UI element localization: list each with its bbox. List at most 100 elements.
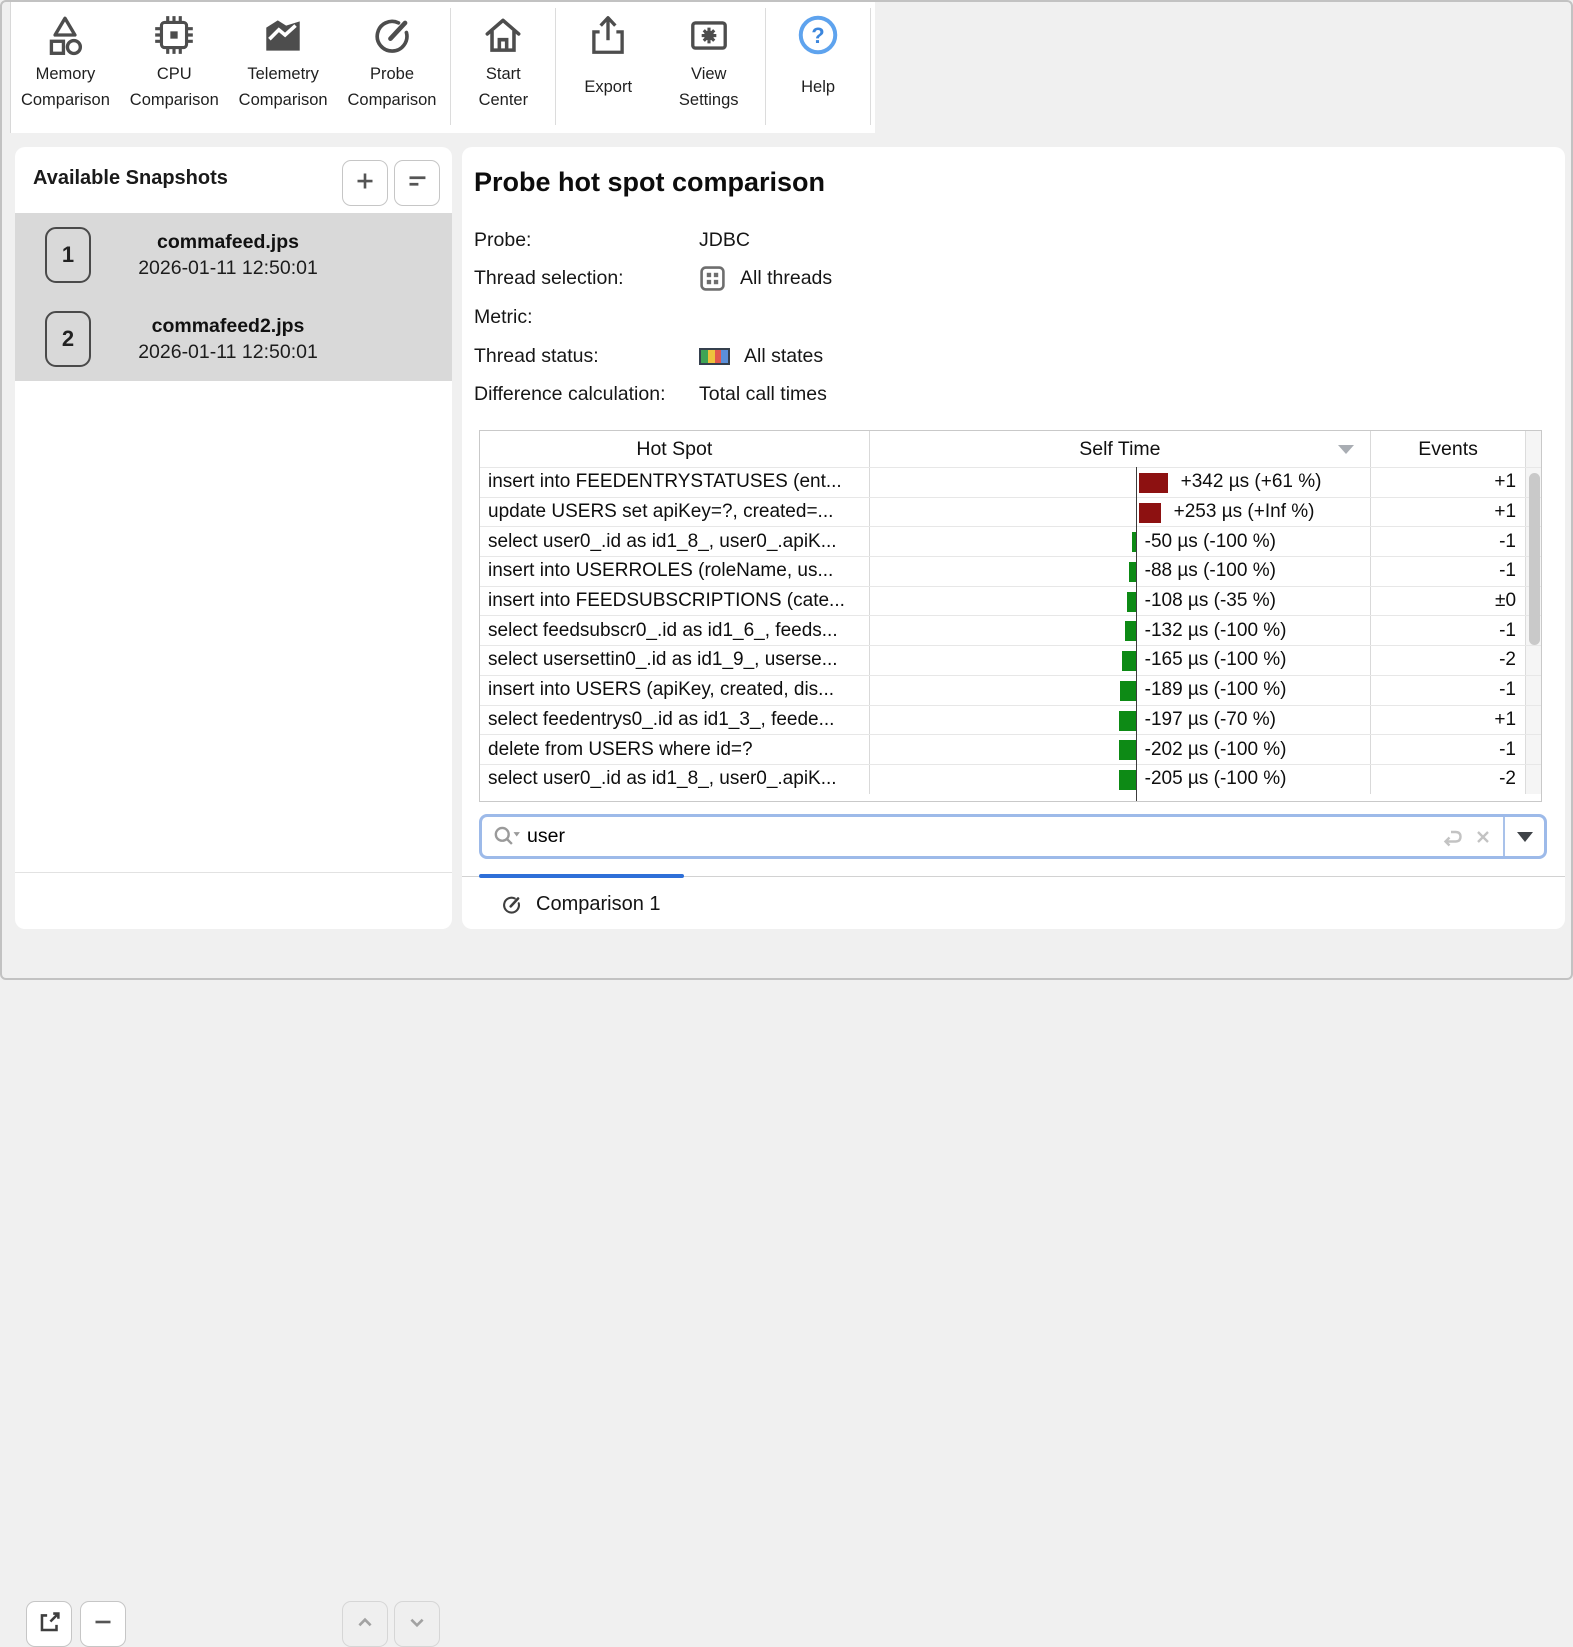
table-scrollbar-track[interactable]: [1525, 705, 1541, 735]
toolbar-export-button[interactable]: Export: [560, 2, 656, 133]
hotspot-cell: insert into USERROLES (roleName, us...: [480, 557, 869, 586]
table-scrollbar-thumb[interactable]: [1529, 473, 1540, 645]
plus-icon: [350, 166, 380, 201]
events-text: -2: [1499, 768, 1517, 790]
snapshot-date: 2026-01-11 12:50:01: [138, 340, 318, 363]
toolbar-label: Memory Comparison: [20, 65, 110, 109]
move-up-button[interactable]: [342, 1601, 388, 1647]
toolbar-probe-comparison-button[interactable]: Probe Comparison: [338, 2, 447, 133]
probe-comparison-icon: [369, 12, 415, 58]
table-row[interactable]: select user0_.id as id1_8_, user0_.apiK.…: [480, 763, 1541, 794]
events-text: +1: [1494, 708, 1517, 730]
events-cell: +1: [1370, 468, 1525, 497]
open-snapshot-button[interactable]: [26, 1601, 72, 1647]
selftime-cell: -189 µs (-100 %): [868, 675, 1371, 705]
detail-value-text: All threads: [740, 267, 833, 290]
selftime-text: -88 µs (-100 %): [1144, 560, 1276, 582]
tab-label: Comparison 1: [536, 892, 661, 915]
toolbar-label: CPU Comparison: [129, 65, 219, 109]
start-center-icon: [480, 12, 526, 58]
selftime-cell: -202 µs (-100 %): [868, 735, 1371, 764]
events-text: -1: [1499, 738, 1517, 760]
table-row[interactable]: select user0_.id as id1_8_, user0_.apiK.…: [480, 526, 1541, 557]
selftime-text: -50 µs (-100 %): [1144, 530, 1276, 552]
detail-value: [699, 298, 832, 337]
selftime-cell: -205 µs (-100 %): [868, 764, 1371, 794]
selftime-text: +342 µs (+61 %): [1180, 471, 1322, 493]
table-row[interactable]: select usersettin0_.id as id1_9_, userse…: [480, 645, 1541, 675]
detail-label: Difference calculation:: [474, 383, 666, 406]
toolbar-label: Probe Comparison: [347, 65, 437, 109]
column-header-events[interactable]: Events: [1370, 431, 1525, 467]
snapshot-list: 1 commafeed.jps 2026-01-11 12:50:01 2 commaf…: [15, 213, 452, 872]
table-row[interactable]: insert into USERROLES (roleName, us... -8…: [480, 556, 1541, 586]
search-options-dropdown[interactable]: [1503, 817, 1544, 856]
open-window-icon: [34, 1607, 64, 1642]
negative-diff-bar: [1126, 591, 1136, 612]
toolbar-cpu-comparison-button[interactable]: CPU Comparison: [120, 2, 229, 133]
snapshot-date: 2026-01-11 12:50:01: [138, 256, 318, 279]
detail-label: Thread selection:: [474, 267, 624, 290]
snapshot-item[interactable]: 1 commafeed.jps 2026-01-11 12:50:01: [15, 213, 452, 297]
hotspot-text: insert into USERROLES (roleName, us...: [488, 560, 834, 582]
remove-snapshot-button[interactable]: [80, 1601, 126, 1647]
table-row[interactable]: select feedsubscr0_.id as id1_6_, feeds.…: [480, 615, 1541, 646]
table-row[interactable]: select feedentrys0_.id as id1_3_, feede.…: [480, 704, 1541, 735]
table-scrollbar-track[interactable]: [1525, 735, 1541, 764]
table-row[interactable]: delete from USERS where id=? -202 µs (-10…: [480, 734, 1541, 764]
events-text: -1: [1499, 530, 1517, 552]
table-scrollbar-track[interactable]: [1525, 646, 1541, 675]
wrap-search-icon[interactable]: [1437, 823, 1465, 851]
hotspot-cell: insert into USERS (apiKey, created, dis.…: [480, 676, 869, 705]
snapshot-item[interactable]: 2 commafeed2.jps 2026-01-11 12:50:01: [15, 297, 452, 381]
negative-diff-bar: [1118, 710, 1136, 731]
hotspot-cell: select usersettin0_.id as id1_9_, userse…: [480, 646, 869, 675]
detail-value: JDBC: [699, 221, 832, 260]
events-cell: -1: [1370, 557, 1525, 586]
events-cell: ±0: [1370, 586, 1525, 616]
page-title: Probe hot spot comparison: [474, 167, 826, 197]
search-icon[interactable]: [491, 823, 521, 851]
sort-snapshots-button[interactable]: [394, 160, 440, 206]
toolbar-telemetry-comparison-button[interactable]: Telemetry Comparison: [229, 2, 338, 133]
selftime-cell: +342 µs (+61 %): [868, 468, 1371, 497]
hotspot-text: select feedentrys0_.id as id1_3_, feede.…: [488, 708, 835, 730]
search-input[interactable]: [527, 825, 1437, 848]
hotspot-text: select user0_.id as id1_8_, user0_.apiK.…: [488, 530, 837, 552]
column-header-hotspot[interactable]: Hot Spot: [480, 431, 869, 467]
comparison-panel: Probe hot spot comparison Probe: JDBC Thre…: [462, 147, 1565, 929]
tab-comparison-1[interactable]: Comparison 1: [500, 887, 661, 921]
hotspot-text: update USERS set apiKey=?, created=...: [488, 501, 834, 523]
hotspot-cell: insert into FEEDENTRYSTATUSES (ent...: [480, 468, 869, 497]
snapshot-name: commafeed2.jps: [151, 314, 305, 337]
table-scrollbar-track[interactable]: [1525, 675, 1541, 705]
events-cell: -1: [1370, 675, 1525, 705]
clear-search-icon[interactable]: [1471, 825, 1495, 849]
selftime-text: -202 µs (-100 %): [1144, 738, 1287, 760]
toolbar-memory-comparison-button[interactable]: Memory Comparison: [11, 2, 120, 133]
table-row[interactable]: insert into USERS (apiKey, created, dis.…: [480, 674, 1541, 705]
column-header-selftime[interactable]: Self Time: [868, 431, 1371, 467]
hotspot-text: insert into USERS (apiKey, created, dis.…: [488, 679, 835, 701]
toolbar-label: Telemetry Comparison: [238, 65, 328, 109]
negative-diff-bar: [1118, 740, 1136, 761]
events-cell: -1: [1370, 735, 1525, 764]
toolbar-view-settings-button[interactable]: View Settings: [656, 2, 761, 133]
selftime-cell: -108 µs (-35 %): [868, 586, 1371, 616]
toolbar-start-center-button[interactable]: Start Center: [455, 2, 551, 133]
move-down-button[interactable]: [394, 1601, 440, 1647]
detail-value: All states: [699, 337, 832, 376]
table-scrollbar-track[interactable]: [1525, 764, 1541, 794]
toolbar-help-button[interactable]: ? Help: [770, 2, 866, 133]
negative-diff-bar: [1124, 621, 1136, 642]
add-snapshot-button[interactable]: [342, 160, 388, 206]
table-row[interactable]: update USERS set apiKey=?, created=... +2…: [480, 496, 1541, 527]
table-row[interactable]: insert into FEEDENTRYSTATUSES (ent... +34…: [480, 467, 1541, 497]
detail-label: Probe:: [474, 228, 532, 251]
toolbar-divider: [870, 8, 871, 125]
hotspot-cell: select user0_.id as id1_8_, user0_.apiK.…: [480, 527, 869, 556]
events-cell: -2: [1370, 646, 1525, 675]
table-row[interactable]: insert into FEEDSUBSCRIPTIONS (cate... -1…: [480, 585, 1541, 616]
negative-diff-bar: [1128, 562, 1136, 583]
gauge-icon: [500, 893, 523, 916]
